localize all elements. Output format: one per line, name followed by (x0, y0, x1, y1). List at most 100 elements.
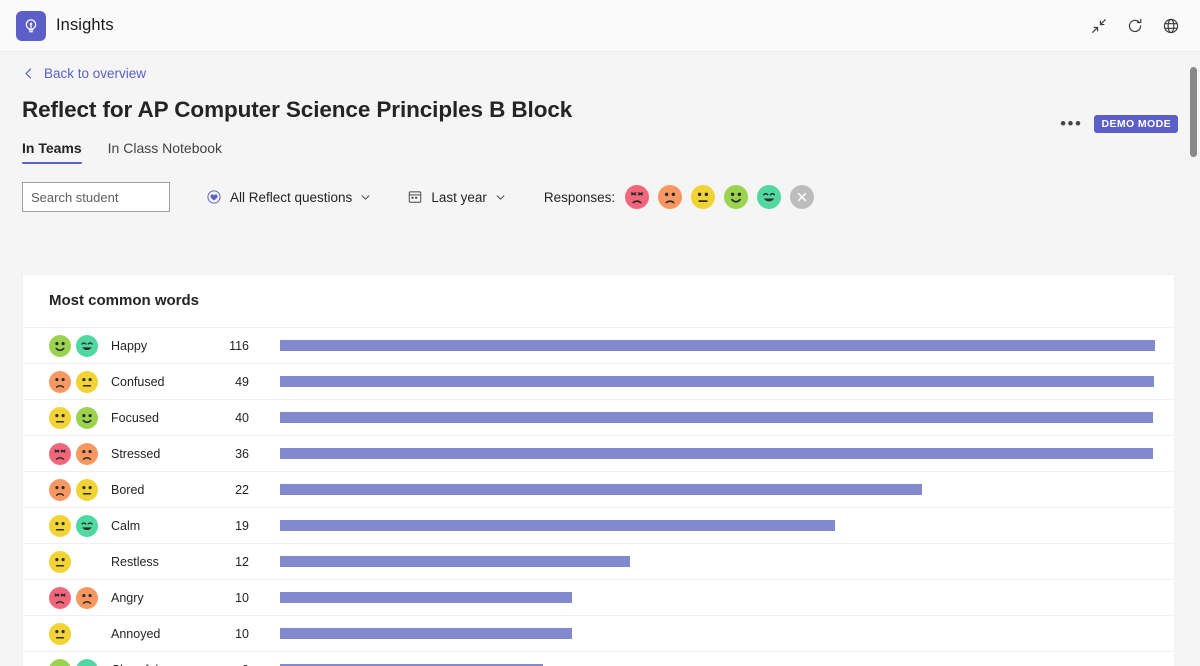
collapse-icon[interactable] (1090, 17, 1108, 35)
word-frequency-bar (280, 448, 1153, 459)
word-count: 10 (235, 626, 249, 641)
date-range-filter[interactable]: Last year (407, 189, 506, 205)
word-count: 10 (235, 590, 249, 605)
bar-track (249, 556, 1174, 567)
face-distressed (49, 586, 71, 609)
page-scrollbar[interactable] (1187, 52, 1200, 666)
scrollbar-thumb[interactable] (1190, 67, 1197, 157)
face-pleasant[interactable] (724, 185, 749, 209)
face-sad (49, 370, 71, 393)
word-frequency-bar (280, 592, 572, 603)
most-common-words-card: Most common words Happy 116 Confused 49 Focu… (22, 274, 1175, 666)
face-happy (76, 658, 98, 666)
more-options-button[interactable]: ••• (1060, 115, 1082, 132)
response-mood-filters: Responses: (543, 185, 815, 209)
word-frequency-bar (280, 628, 572, 639)
face-sad[interactable] (658, 185, 683, 209)
word-count: 116 (229, 338, 249, 353)
page-body: Back to overview ••• DEMO MODE Reflect f… (0, 52, 1200, 666)
face-sad (76, 442, 98, 465)
word-frequency-bar (280, 376, 1154, 387)
face-neutral (49, 622, 71, 645)
bar-track (249, 484, 1174, 495)
date-range-filter-label: Last year (431, 189, 487, 205)
word-count: 40 (235, 410, 249, 425)
page-title: Reflect for AP Computer Science Principl… (22, 97, 573, 122)
face-neutral[interactable] (691, 185, 716, 209)
app-title: Insights (56, 16, 114, 34)
word-row[interactable]: Annoyed 10 (23, 615, 1174, 651)
refresh-icon[interactable] (1126, 17, 1144, 35)
word-row[interactable]: Focused 40 (23, 399, 1174, 435)
face-pleasant (49, 658, 71, 666)
word-label: Calm (111, 518, 141, 533)
chevron-down-icon (361, 194, 370, 200)
globe-icon[interactable] (1162, 17, 1180, 35)
card-title: Most common words (49, 292, 200, 309)
face-neutral (49, 550, 71, 573)
word-row[interactable]: Calm 19 (23, 507, 1174, 543)
tab-bar: In Teams In Class Notebook (0, 123, 1200, 165)
demo-mode-badge: DEMO MODE (1094, 115, 1178, 133)
word-label: Bored (111, 482, 145, 497)
word-frequency-bar (280, 520, 835, 531)
bar-track (249, 592, 1174, 603)
face-pleasant (49, 334, 71, 357)
face-distressed[interactable] (625, 185, 650, 209)
row-mood-faces (49, 658, 111, 666)
word-label: Annoyed (111, 626, 161, 641)
row-mood-faces (49, 370, 111, 393)
reflect-questions-filter-label: All Reflect questions (230, 189, 353, 205)
search-student-input[interactable] (22, 182, 170, 212)
word-row[interactable]: Angry 10 (23, 579, 1174, 615)
mood-face-list (625, 185, 782, 209)
app-bar-actions (1090, 17, 1186, 35)
bar-track (249, 448, 1188, 459)
word-frequency-bar (280, 412, 1153, 423)
word-count: 36 (235, 446, 249, 461)
face-neutral (49, 514, 71, 537)
tab-in-class-notebook[interactable]: In Class Notebook (108, 140, 222, 165)
clear-responses-button[interactable] (790, 185, 815, 209)
face-sad (76, 586, 98, 609)
face-neutral (49, 406, 71, 429)
word-row[interactable]: Happy 116 (23, 327, 1174, 363)
row-mood-faces (49, 334, 111, 357)
chevron-left-icon (25, 68, 32, 79)
tab-in-teams[interactable]: In Teams (22, 140, 82, 165)
row-mood-faces (49, 442, 111, 465)
face-pleasant (76, 406, 98, 429)
word-row[interactable]: Stressed 36 (23, 435, 1174, 471)
word-count: 19 (235, 518, 249, 533)
word-frequency-bar (280, 484, 922, 495)
filter-toolbar: All Reflect questions Last year Response… (0, 165, 1200, 212)
face-neutral (76, 370, 98, 393)
face-distressed (49, 442, 71, 465)
word-frequency-list: Happy 116 Confused 49 Focused 40 Stressed 36 Bor… (23, 327, 1174, 666)
bar-track (249, 376, 1189, 387)
calendar-icon (409, 191, 422, 203)
word-row[interactable]: Restless 12 (23, 543, 1174, 579)
bar-track (249, 628, 1174, 639)
face-happy (76, 334, 98, 357)
word-label: Stressed (111, 446, 161, 461)
word-row[interactable]: Bored 22 (23, 471, 1174, 507)
bar-track (249, 412, 1188, 423)
word-label: Cheerful (111, 663, 189, 666)
face-happy[interactable] (757, 185, 782, 209)
word-frequency-bar (280, 340, 1155, 351)
word-count: 49 (235, 374, 249, 389)
word-frequency-bar (280, 556, 630, 567)
word-count: 9 (189, 663, 249, 666)
back-link-label: Back to overview (44, 66, 147, 81)
word-label: Restless (111, 554, 159, 569)
word-label: Confused (111, 374, 165, 389)
responses-label: Responses: (543, 189, 616, 205)
reflect-heart-icon (207, 190, 221, 204)
word-count: 12 (235, 554, 249, 569)
back-to-overview-link[interactable]: Back to overview (0, 52, 146, 81)
reflect-questions-filter[interactable]: All Reflect questions (206, 189, 371, 205)
word-row[interactable]: Cheerful9 (23, 651, 1174, 666)
word-row[interactable]: Confused 49 (23, 363, 1174, 399)
word-label: Focused (111, 410, 159, 425)
